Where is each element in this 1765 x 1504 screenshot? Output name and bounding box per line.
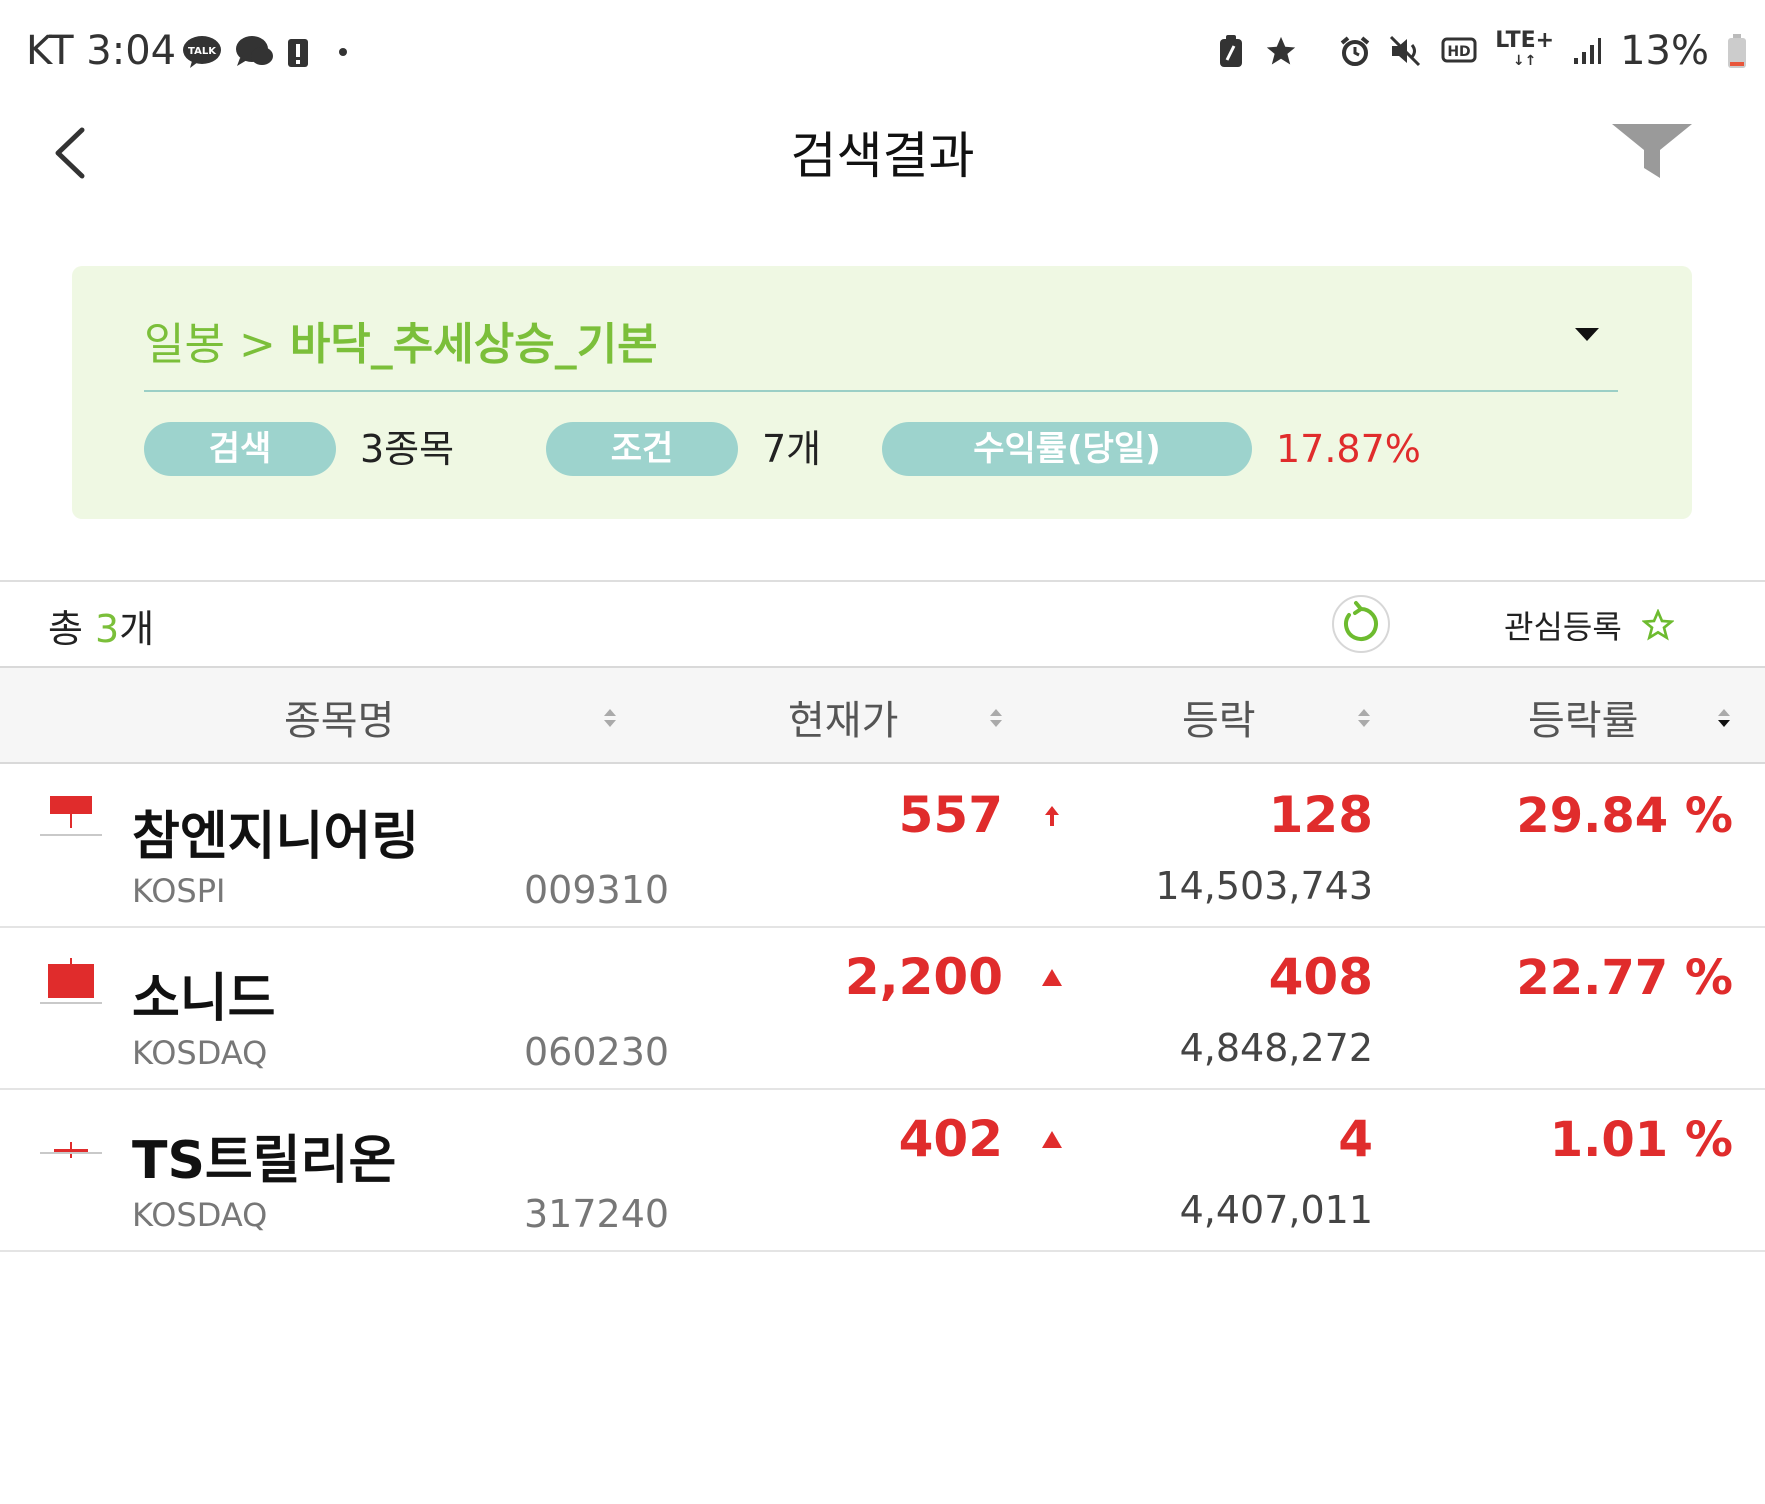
condition-breadcrumb[interactable]: 일봉 > 바닥_추세상승_기본 [144,308,658,372]
alarm-icon [1339,35,1371,67]
condition-name: 바닥_추세상승_기본 [289,319,658,370]
search-count: 3종목 [360,427,455,471]
battery-low-icon [1727,33,1747,69]
stock-code: 009310 [524,868,670,912]
stock-code: 060230 [524,1030,670,1074]
status-notification-icons: TALK [182,34,348,70]
divider [144,390,1618,392]
current-price: 557 [898,786,1003,844]
candle-up-icon [40,958,102,1004]
current-price: 402 [898,1110,1003,1168]
watchlist-add-button[interactable]: 관심등록 [1504,602,1674,648]
return-pill: 수익률(당일) [882,422,1252,476]
refresh-icon [1344,601,1378,641]
dot-icon [338,47,348,57]
filter-button[interactable] [1610,120,1694,182]
divider [0,1250,1765,1252]
change-rate: 29.84 % [1516,788,1733,844]
star-outline-icon [1641,609,1674,641]
stock-name: TS트릴리온 [132,1131,397,1191]
clipboard-icon [1218,34,1244,68]
table-row[interactable]: TS트릴리온 KOSDAQ 317240 402 4 4,407,011 1.0… [0,1090,1765,1250]
stock-market: KOSDAQ [132,1196,268,1234]
status-carrier-time: KT 3:04 [26,28,177,74]
trade-volume: 14,503,743 [1155,864,1373,908]
stock-code: 317240 [524,1192,670,1236]
stock-name: 참엔지니어링 [132,807,420,867]
sort-icon[interactable] [1356,706,1372,730]
divider [0,580,1765,582]
return-value: 17.87% [1276,427,1421,471]
change-rate: 22.77 % [1516,950,1733,1006]
up-triangle-icon [1042,969,1062,986]
kakaotalk-icon: TALK [182,35,222,69]
stock-market: KOSPI [132,872,226,910]
status-bar: KT 3:04 TALK HD LTE+ ↓↑ 13% [0,0,1765,100]
hd-voice-icon: HD [1441,36,1477,66]
column-header-rate[interactable]: 등락률 [1528,688,1638,746]
star-filled-icon [1264,34,1298,68]
current-price: 2,200 [844,948,1003,1006]
search-pill: 검색 [144,422,336,476]
battery-percent: 13% [1620,28,1709,74]
svg-text:HD: HD [1448,44,1471,60]
table-row[interactable]: 참엔지니어링 KOSPI 009310 557 128 14,503,743 2… [0,764,1765,926]
up-triangle-icon [1042,1131,1062,1148]
price-change: 408 [1268,948,1373,1006]
trade-volume: 4,848,272 [1179,1026,1373,1070]
column-header-name[interactable]: 종목명 [284,688,394,746]
condition-summary-card [72,266,1692,519]
column-header-change[interactable]: 등락 [1182,688,1256,746]
sort-desc-icon[interactable] [1716,706,1732,730]
dropdown-caret-icon[interactable] [1574,326,1600,344]
column-header-price[interactable]: 현재가 [788,688,898,746]
condition-count: 7개 [762,427,822,471]
trade-volume: 4,407,011 [1179,1188,1373,1232]
page-title: 검색결과 [790,127,975,185]
lte-icon: LTE+ ↓↑ [1495,28,1555,70]
price-change: 4 [1338,1110,1373,1168]
upper-limit-arrow-icon [1045,806,1059,826]
candle-doji-icon [40,1142,102,1158]
total-count: 총 3개 [48,607,155,651]
refresh-button[interactable] [1332,595,1390,653]
change-rate: 1.01 % [1549,1112,1733,1168]
stock-name: 소니드 [132,969,276,1029]
filter-icon [1612,124,1692,178]
status-system-icons: HD LTE+ ↓↑ 13% [1339,28,1747,74]
signal-icon [1572,36,1602,66]
status-middle-icons [1218,34,1298,68]
sort-icon[interactable] [602,706,618,730]
candle-upper-limit-icon [40,796,102,836]
price-change: 128 [1268,786,1373,844]
svg-text:TALK: TALK [188,46,217,57]
watchlist-label: 관심등록 [1504,608,1622,646]
table-row[interactable]: 소니드 KOSDAQ 060230 2,200 408 4,848,272 22… [0,928,1765,1088]
alert-icon [286,35,310,69]
sort-icon[interactable] [988,706,1004,730]
condition-pill: 조건 [546,422,738,476]
stock-market: KOSDAQ [132,1034,268,1072]
chat-bubble-icon [234,34,274,70]
mute-icon [1389,35,1423,67]
